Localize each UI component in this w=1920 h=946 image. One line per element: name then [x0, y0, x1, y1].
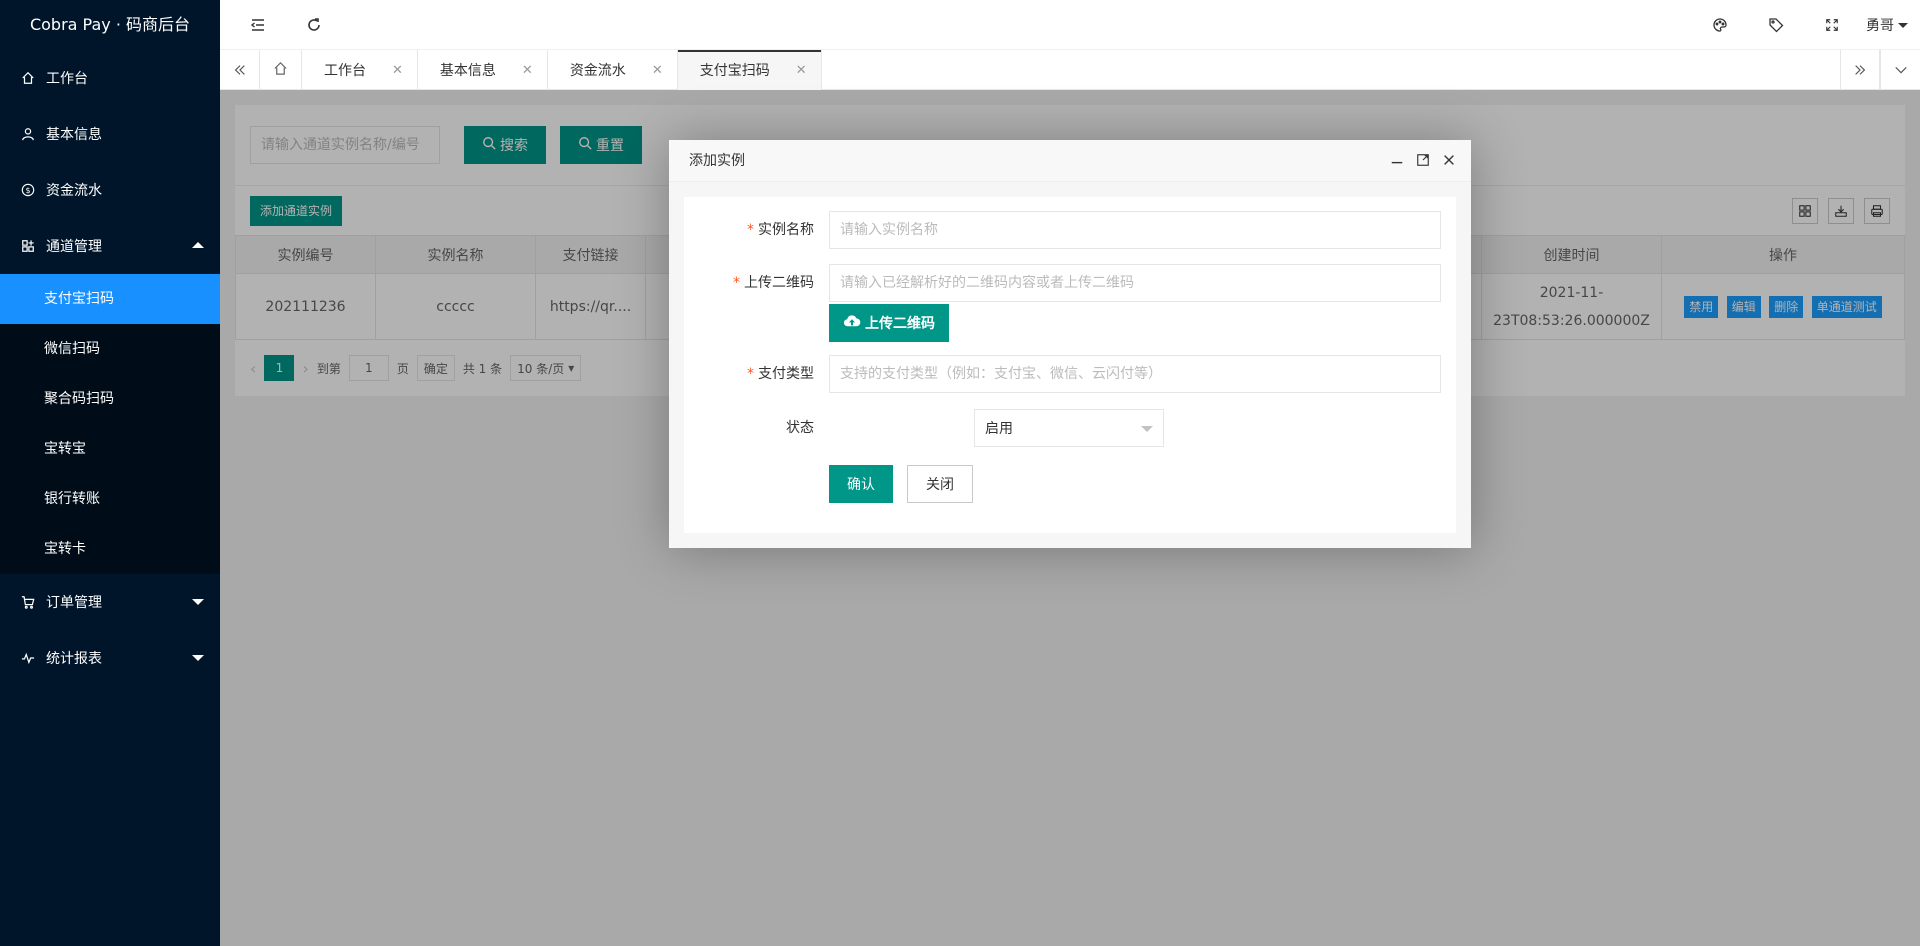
form-row-qr: *上传二维码 上传二维码	[684, 264, 1456, 342]
close-icon[interactable]: ✕	[652, 63, 663, 78]
channel-submenu: 支付宝扫码 微信扫码 聚合码扫码 宝转宝 银行转账 宝转卡	[0, 274, 220, 574]
maximize-icon[interactable]	[1415, 152, 1431, 168]
dollar-icon: $	[20, 182, 36, 198]
form-row-status: 状态 启用	[684, 409, 1456, 447]
close-icon[interactable]: ✕	[522, 63, 533, 78]
sidebar-item-label: 统计报表	[46, 651, 102, 667]
chevron-down-icon	[192, 655, 204, 661]
sidebar: Cobra Pay · 码商后台 工作台 基本信息 $ 资金流水 通道管理 支付…	[0, 0, 220, 946]
tab-fund-flow[interactable]: 资金流水 ✕	[548, 50, 678, 90]
required-mark: *	[747, 366, 754, 382]
app-title: Cobra Pay · 码商后台	[0, 0, 220, 50]
tab-home[interactable]	[260, 50, 302, 90]
dialog-title: 添加实例	[669, 140, 1471, 182]
refresh-icon[interactable]	[294, 0, 334, 50]
sidebar-item-label: 工作台	[46, 71, 88, 87]
sidebar-item-aggregate-scan[interactable]: 聚合码扫码	[0, 374, 220, 424]
sidebar-item-label: 通道管理	[46, 239, 102, 255]
top-header: 勇哥	[220, 0, 1920, 50]
theme-palette-icon[interactable]	[1700, 0, 1740, 50]
sidebar-item-alipay-scan[interactable]: 支付宝扫码	[0, 274, 220, 324]
sidebar-item-order-management[interactable]: 订单管理	[0, 574, 220, 630]
sidebar-item-alipay-to-alipay[interactable]: 宝转宝	[0, 424, 220, 474]
caret-down-icon	[1141, 426, 1153, 432]
svg-text:$: $	[25, 186, 30, 195]
sidebar-item-statistics[interactable]: 统计报表	[0, 630, 220, 686]
name-label-text: 实例名称	[758, 222, 814, 238]
user-menu[interactable]: 勇哥	[1866, 0, 1908, 50]
add-instance-dialog: 添加实例 *实例名称 *上传二维码 上传二维码	[669, 140, 1471, 548]
menu-fold-icon[interactable]	[238, 0, 278, 50]
qr-label-text: 上传二维码	[744, 275, 814, 291]
required-mark: *	[733, 275, 740, 291]
cloud-upload-icon	[843, 314, 861, 332]
sidebar-item-alipay-to-card[interactable]: 宝转卡	[0, 524, 220, 574]
status-select-value: 启用	[985, 421, 1013, 437]
fullscreen-icon[interactable]	[1812, 0, 1852, 50]
chevron-down-icon	[192, 599, 204, 605]
pay-type-label: * 支付类型	[684, 355, 829, 393]
home-icon	[273, 61, 288, 80]
tab-basic-info[interactable]: 基本信息 ✕	[418, 50, 548, 90]
sidebar-item-channel-management[interactable]: 通道管理	[0, 218, 220, 274]
sidebar-item-label: 订单管理	[46, 595, 102, 611]
sidebar-item-workbench[interactable]: 工作台	[0, 50, 220, 106]
upload-qr-label: 上传二维码	[865, 316, 935, 332]
minimize-icon[interactable]	[1389, 152, 1405, 168]
tab-label: 支付宝扫码	[699, 63, 770, 79]
close-icon[interactable]: ✕	[392, 63, 403, 78]
qr-label: * 上传二维码	[684, 264, 829, 302]
sidebar-item-wechat-scan[interactable]: 微信扫码	[0, 324, 220, 374]
form-row-pay-type: * 支付类型	[684, 355, 1456, 393]
tab-workbench[interactable]: 工作台 ✕	[302, 50, 418, 90]
tag-icon[interactable]	[1756, 0, 1796, 50]
pay-type-label-text: 支付类型	[758, 366, 814, 382]
close-button[interactable]: 关闭	[907, 465, 973, 503]
tab-label: 工作台	[324, 63, 366, 79]
dialog-form: *实例名称 *上传二维码 上传二维码 *支付类型 状态 启用	[684, 197, 1456, 533]
sidebar-item-bank-transfer[interactable]: 银行转账	[0, 474, 220, 524]
chart-line-icon	[20, 650, 36, 666]
sidebar-item-label: 基本信息	[46, 127, 102, 143]
status-label: 状态	[786, 420, 814, 436]
home-icon	[20, 70, 36, 86]
tab-alipay-scan[interactable]: 支付宝扫码 ✕	[677, 50, 822, 90]
dialog-controls	[1389, 152, 1457, 168]
tabs-scroll-right-icon[interactable]	[1840, 50, 1880, 90]
tab-label: 资金流水	[569, 63, 626, 79]
chevron-up-icon	[192, 242, 204, 248]
close-icon[interactable]	[1441, 152, 1457, 168]
tab-bar: 工作台 ✕ 基本信息 ✕ 资金流水 ✕ 支付宝扫码 ✕	[220, 50, 1920, 90]
sidebar-item-basic-info[interactable]: 基本信息	[0, 106, 220, 162]
upload-qr-button[interactable]: 上传二维码	[829, 304, 949, 342]
tab-list: 工作台 ✕ 基本信息 ✕ 资金流水 ✕ 支付宝扫码 ✕	[260, 50, 822, 90]
instance-name-input[interactable]	[829, 211, 1441, 249]
qr-content-input[interactable]	[829, 264, 1441, 302]
cart-icon	[20, 594, 36, 610]
user-icon	[20, 126, 36, 142]
close-icon[interactable]: ✕	[796, 63, 807, 78]
tabs-scroll-left-icon[interactable]	[220, 50, 260, 90]
apps-icon	[20, 238, 36, 254]
name-label: * 实例名称	[684, 211, 829, 249]
required-mark: *	[747, 222, 754, 238]
tab-label: 基本信息	[439, 63, 496, 79]
form-buttons: 确认 关闭	[829, 465, 973, 503]
confirm-button[interactable]: 确认	[829, 465, 893, 503]
sidebar-item-fund-flow[interactable]: $ 资金流水	[0, 162, 220, 218]
user-name: 勇哥	[1866, 18, 1894, 34]
sidebar-item-label: 资金流水	[46, 183, 102, 199]
pay-type-input[interactable]	[829, 355, 1441, 393]
form-row-name: * 实例名称	[684, 211, 1456, 249]
status-select[interactable]: 启用	[974, 409, 1164, 447]
tabs-more-chevron-down-icon[interactable]	[1880, 50, 1920, 90]
caret-down-icon	[1898, 22, 1908, 28]
